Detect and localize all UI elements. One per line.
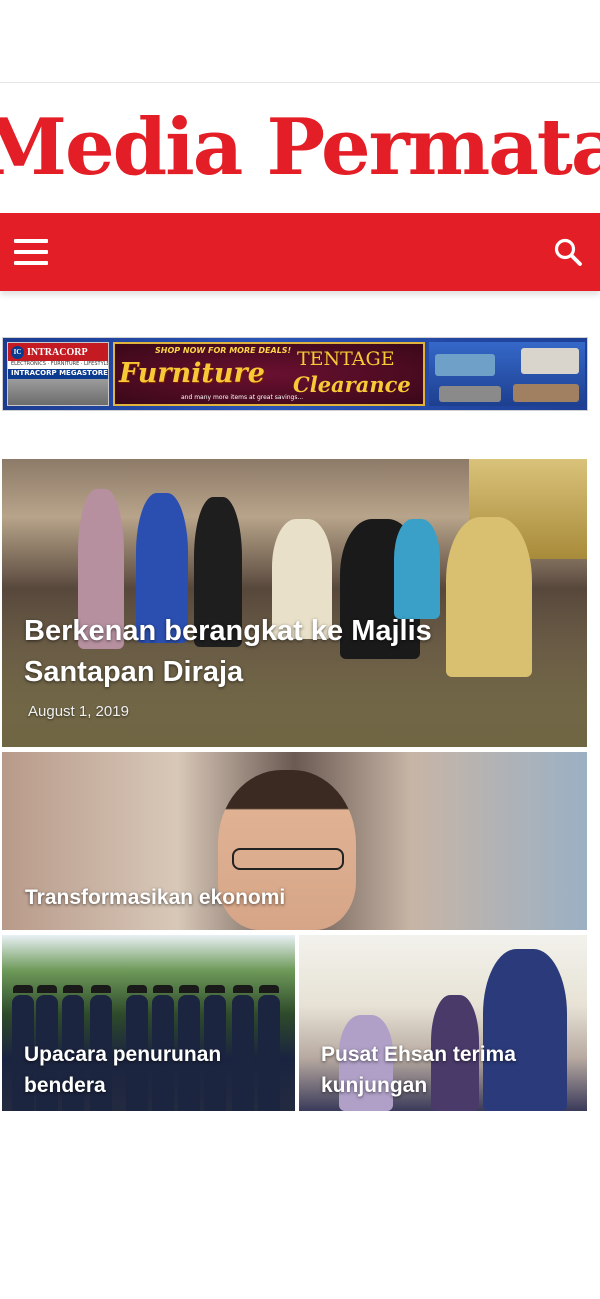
hamburger-line bbox=[14, 261, 48, 265]
glasses-graphic bbox=[232, 848, 344, 870]
ad-more-text: and many more items at great savings... bbox=[181, 394, 304, 401]
couch-icon bbox=[439, 386, 501, 402]
site-logo[interactable]: Media Permata bbox=[0, 109, 600, 187]
search-icon[interactable] bbox=[550, 234, 586, 270]
hamburger-icon[interactable] bbox=[14, 239, 48, 265]
ad-brand-subtitle: ELECTRONICS · FURNITURE · LIFESTYLE bbox=[8, 361, 108, 369]
article-card[interactable]: Upacara penurunan bendera bbox=[2, 935, 295, 1111]
featured-article-title[interactable]: Berkenan berangkat ke Majlis Santapan Di… bbox=[24, 611, 504, 693]
masthead: Media Permata bbox=[0, 83, 600, 213]
ad-furniture-image bbox=[429, 342, 585, 406]
ad-store-photo bbox=[8, 379, 108, 405]
intracorp-logo-icon: IC bbox=[11, 345, 24, 359]
article-grid-row: Upacara penurunan bendera Pusat Ehsan te… bbox=[2, 935, 587, 1111]
ad-main-panel: SHOP NOW FOR MORE DEALS! Furniture and m… bbox=[113, 342, 425, 406]
ad-brand-panel: IC INTRACORP ELECTRONICS · FURNITURE · L… bbox=[7, 342, 109, 406]
article-card[interactable]: Transformasikan ekonomi bbox=[2, 752, 587, 930]
featured-article[interactable]: Berkenan berangkat ke Majlis Santapan Di… bbox=[2, 459, 587, 747]
ad-headline: Furniture bbox=[119, 358, 265, 389]
ad-brand-name: INTRACORP bbox=[27, 346, 88, 358]
article-card-title[interactable]: Transformasikan ekonomi bbox=[25, 886, 285, 910]
guest-figure bbox=[394, 519, 440, 619]
ad-brand-store: INTRACORP MEGASTORE bbox=[8, 369, 108, 379]
ad-shop-text: SHOP NOW FOR MORE DEALS! bbox=[155, 346, 292, 355]
top-spacer bbox=[0, 0, 600, 83]
main-navbar bbox=[0, 213, 600, 291]
ad-clearance: Clearance bbox=[293, 372, 411, 397]
hamburger-line bbox=[14, 239, 48, 243]
sofa-icon bbox=[435, 354, 495, 376]
article-card-title[interactable]: Upacara penurunan bendera bbox=[24, 1039, 295, 1101]
ad-tentage: TENTAGE bbox=[297, 348, 395, 370]
ad-banner[interactable]: IC INTRACORP ELECTRONICS · FURNITURE · L… bbox=[2, 337, 588, 411]
sectional-icon bbox=[513, 384, 579, 402]
featured-article-date: August 1, 2019 bbox=[28, 703, 129, 720]
bed-icon bbox=[521, 348, 579, 374]
hamburger-line bbox=[14, 250, 48, 254]
ad-banner-wrapper: IC INTRACORP ELECTRONICS · FURNITURE · L… bbox=[0, 337, 600, 411]
article-card-title[interactable]: Pusat Ehsan terima kunjungan bbox=[321, 1039, 587, 1101]
article-card[interactable]: Pusat Ehsan terima kunjungan bbox=[299, 935, 587, 1111]
search-icon-graphic bbox=[554, 238, 582, 266]
ad-brand-header: IC INTRACORP bbox=[8, 343, 108, 361]
